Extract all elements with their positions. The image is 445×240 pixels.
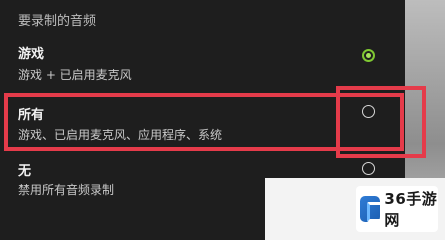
option-desc-none: 禁用所有音频录制 <box>18 183 115 197</box>
logo-icon <box>360 196 386 222</box>
watermark-text: 36手游网 <box>384 190 438 229</box>
watermark-logo: 36手游网 <box>356 186 438 232</box>
option-title-none: 无 <box>18 164 32 179</box>
option-title-game: 游戏 <box>18 47 45 62</box>
radio-game[interactable] <box>362 49 375 62</box>
section-heading: 要录制的音频 <box>18 14 97 29</box>
highlight-box-radio <box>336 86 426 158</box>
radio-none[interactable] <box>362 162 375 175</box>
option-desc-game: 游戏 + 已启用麦克风 <box>18 68 132 82</box>
